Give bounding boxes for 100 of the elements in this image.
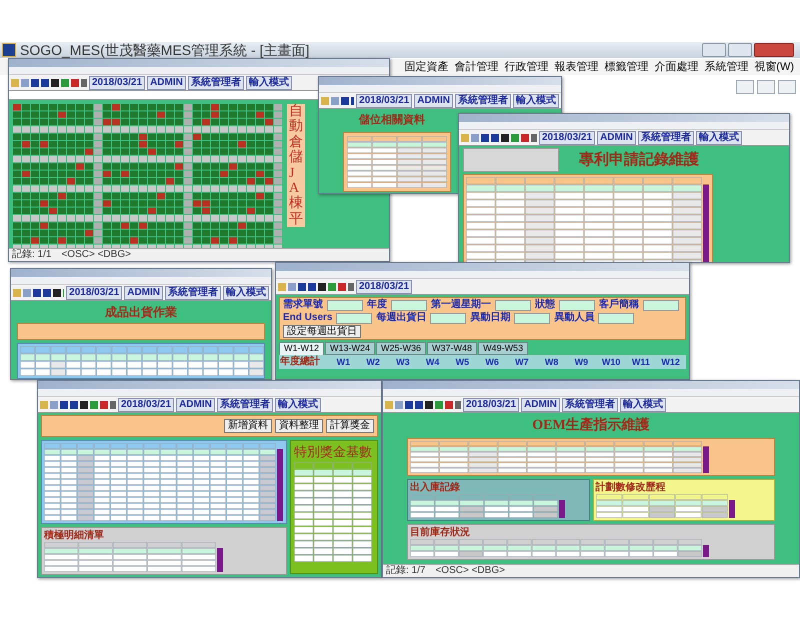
close-button[interactable]	[754, 43, 794, 57]
toolbar-icons-drawing[interactable]	[13, 288, 64, 298]
week-tab[interactable]: W13-W24	[325, 342, 376, 355]
toolbar-label: 系統管理者	[216, 398, 273, 412]
column-header: W5	[454, 356, 470, 368]
column-header: W4	[424, 356, 440, 368]
toolbar-label: 輸入模式	[620, 398, 666, 412]
field-label: 每週出貨日	[376, 312, 426, 324]
menu-item[interactable]: 介面處理	[654, 60, 698, 74]
input-field[interactable]	[495, 300, 531, 310]
menu-item[interactable]: 視窗(W)	[754, 60, 794, 74]
toolbar-label: 2018/03/21	[463, 398, 520, 412]
toolbar-label: 2018/03/21	[66, 286, 122, 300]
menu-item[interactable]: 報表管理	[554, 60, 598, 74]
toolbar-icons-drawing[interactable]	[278, 282, 354, 292]
menu-item[interactable]: 系統管理	[704, 60, 748, 74]
toolbar-label: 系統管理者	[188, 76, 244, 90]
panel-title: 積極明細清單	[44, 530, 105, 542]
input-field[interactable]	[643, 300, 679, 310]
column-header: W8	[544, 356, 560, 368]
toolbar-label: ADMIN	[176, 398, 215, 412]
maximize-button[interactable]	[728, 43, 752, 57]
toolbar-icons-drawing[interactable]	[321, 96, 354, 106]
toolbar-label: ADMIN	[521, 398, 560, 412]
field-label: 客戶簡稱	[599, 299, 639, 311]
close-button[interactable]	[778, 80, 796, 94]
menu-item[interactable]: 固定資產	[404, 60, 448, 74]
toolbar-label: 2018/03/21	[356, 280, 412, 294]
action-button[interactable]: 計算獎金	[326, 419, 374, 433]
toolbar-label: 輸入模式	[223, 286, 269, 300]
week-tab[interactable]: W37-W48	[427, 342, 478, 355]
week-tab[interactable]: W49-W53	[478, 342, 528, 355]
page-heading: 專利申請記錄維護	[579, 150, 699, 170]
menu-item[interactable]: 行政管理	[504, 60, 548, 74]
field-label: 異動人員	[554, 312, 594, 324]
panel-heading: 特別獎金基數	[294, 444, 373, 459]
input-field[interactable]	[336, 312, 372, 324]
toolbar-label: 系統管理者	[165, 286, 221, 300]
app-icon	[2, 43, 16, 57]
column-header: W2	[365, 356, 381, 368]
status-text: 記錄: 1/7	[386, 565, 426, 577]
column-header: W7	[514, 356, 530, 368]
column-header: W6	[484, 356, 500, 368]
week-tab[interactable]: W25-W36	[376, 342, 426, 355]
toolbar-label: 系統管理者	[562, 398, 618, 412]
window-title: SOGO_MES(世茂醫藥MES管理系統 - [主畫面]	[20, 42, 310, 58]
toolbar-label: 2018/03/21	[118, 398, 174, 412]
action-button[interactable]: 資料整理	[275, 419, 323, 433]
column-header: W11	[630, 356, 651, 368]
field-label: 異動日期	[470, 312, 510, 324]
row-label: 年度總計	[280, 356, 321, 368]
toolbar-label: ADMIN	[414, 94, 453, 108]
toolbar-label: ADMIN	[124, 286, 163, 300]
toolbar-label: 輸入模式	[513, 94, 559, 108]
vertical-heading: 自動倉儲JA棟平	[287, 104, 305, 228]
page-heading: 儲位相關資料	[359, 112, 425, 128]
toolbar-icons-drawing[interactable]	[385, 400, 461, 410]
input-field[interactable]	[598, 312, 634, 324]
status-text: <OSC> <DBG>	[435, 565, 505, 577]
input-field[interactable]	[430, 312, 466, 324]
toolbar-label: 輸入模式	[696, 130, 742, 144]
field-label: End Users	[283, 312, 332, 324]
toolbar-label: 輸入模式	[274, 398, 321, 412]
status-text: 記錄: 1/1	[12, 249, 52, 261]
restore-button[interactable]	[757, 80, 775, 94]
column-header: W10	[600, 356, 622, 368]
column-header: W12	[660, 356, 681, 368]
panel-title: 目前庫存狀況	[410, 527, 471, 539]
input-field[interactable]	[327, 300, 363, 310]
toolbar-label: ADMIN	[597, 130, 636, 144]
column-header: W9	[574, 356, 590, 368]
page-heading: 成品出貨作業	[104, 304, 178, 321]
toolbar-label: 2018/03/21	[539, 130, 596, 144]
menu-item[interactable]: 標籤管理	[604, 60, 648, 74]
toolbar-icons-drawing[interactable]	[40, 400, 116, 410]
week-tab[interactable]: W1-W12	[279, 342, 324, 355]
menu-item[interactable]: 會計管理	[454, 60, 498, 74]
column-header: W1	[336, 356, 352, 368]
input-field[interactable]	[391, 300, 427, 310]
toolbar-label: 輸入模式	[246, 76, 292, 90]
set-day-button[interactable]: 設定每週出貨日	[283, 325, 361, 338]
toolbar-label: 2018/03/21	[89, 76, 146, 90]
toolbar-label: ADMIN	[147, 76, 186, 90]
toolbar-icons-drawing[interactable]	[11, 78, 87, 88]
field-label: 狀態	[535, 299, 555, 311]
input-field[interactable]	[559, 300, 595, 310]
input-field[interactable]	[514, 312, 550, 324]
field-label: 需求單號	[283, 299, 323, 311]
panel-title: 出入庫記錄	[410, 482, 461, 494]
column-header: W3	[395, 356, 411, 368]
action-button[interactable]: 新增資料	[224, 419, 272, 433]
field-label: 年度	[367, 299, 387, 311]
status-text: <OSC> <DBG>	[61, 249, 131, 261]
toolbar-icons-drawing[interactable]	[461, 132, 537, 142]
panel-title: 計劃數修改歷程	[596, 482, 666, 494]
toolbar-label: 系統管理者	[455, 94, 511, 108]
toolbar-label: 系統管理者	[638, 130, 694, 144]
minimize-button[interactable]	[736, 80, 754, 94]
minimize-button[interactable]	[702, 43, 726, 57]
toolbar-label: 2018/03/21	[356, 94, 412, 108]
